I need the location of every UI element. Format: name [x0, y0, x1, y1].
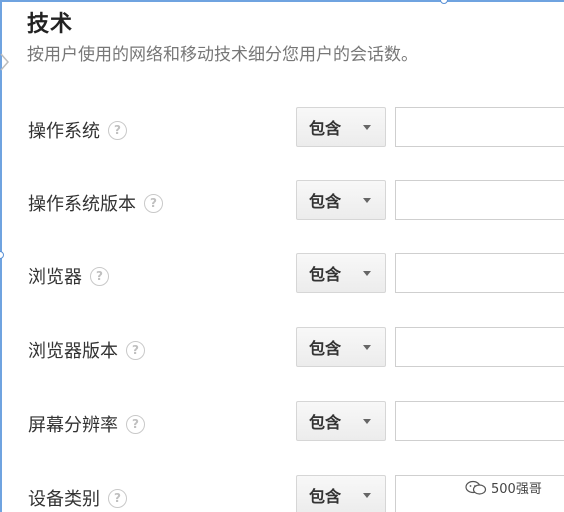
filter-value-input[interactable]	[395, 107, 564, 147]
filter-row-operating-system: 操作系统 ? 包含	[0, 107, 564, 151]
chevron-down-icon	[363, 345, 371, 350]
section-description: 按用户使用的网络和移动技术细分您用户的会话数。	[27, 45, 418, 65]
match-type-label: 包含	[309, 119, 342, 138]
chevron-down-icon	[363, 493, 371, 498]
match-type-label: 包含	[309, 192, 342, 211]
help-icon[interactable]: ?	[126, 340, 145, 360]
filter-value-input[interactable]	[395, 253, 564, 293]
filter-value-input[interactable]	[395, 180, 564, 220]
filter-label: 设备类别 ?	[28, 485, 127, 511]
filter-label-text: 操作系统版本	[28, 194, 136, 215]
filter-label: 操作系统版本 ?	[28, 190, 163, 216]
chevron-down-icon	[363, 419, 371, 424]
filter-row-screen-resolution: 屏幕分辨率 ? 包含	[0, 401, 564, 445]
filter-value-input[interactable]	[395, 401, 564, 441]
filter-label: 操作系统 ?	[28, 117, 127, 143]
watermark-text: 500强哥	[491, 482, 542, 497]
filter-label-text: 设备类别	[28, 489, 100, 510]
watermark: 500强哥	[465, 478, 542, 497]
match-type-label: 包含	[309, 265, 342, 284]
filter-value-input[interactable]	[395, 327, 564, 367]
match-type-label: 包含	[309, 413, 342, 432]
caret-left-icon	[0, 53, 9, 71]
match-type-label: 包含	[309, 487, 342, 506]
chevron-down-icon	[363, 125, 371, 130]
filter-label: 浏览器版本 ?	[28, 337, 145, 363]
filter-label-text: 浏览器	[28, 267, 82, 288]
chevron-down-icon	[363, 271, 371, 276]
selection-handle-top[interactable]	[440, 0, 448, 4]
match-type-dropdown[interactable]: 包含	[296, 180, 386, 220]
selection-border-top	[0, 0, 564, 2]
help-icon[interactable]: ?	[90, 266, 109, 286]
filter-label: 浏览器 ?	[28, 263, 109, 289]
match-type-label: 包含	[309, 339, 342, 358]
chevron-down-icon	[363, 198, 371, 203]
match-type-dropdown[interactable]: 包含	[296, 401, 386, 441]
match-type-dropdown[interactable]: 包含	[296, 107, 386, 147]
technology-segment-panel: 技术 按用户使用的网络和移动技术细分您用户的会话数。 操作系统 ? 包含 操作系…	[0, 0, 564, 512]
match-type-dropdown[interactable]: 包含	[296, 253, 386, 293]
filter-label-text: 浏览器版本	[28, 341, 118, 362]
match-type-dropdown[interactable]: 包含	[296, 327, 386, 367]
help-icon[interactable]: ?	[144, 193, 163, 213]
help-icon[interactable]: ?	[126, 414, 145, 434]
match-type-dropdown[interactable]: 包含	[296, 475, 386, 512]
filter-label: 屏幕分辨率 ?	[28, 411, 145, 437]
help-icon[interactable]: ?	[108, 488, 127, 508]
filter-label-text: 屏幕分辨率	[28, 415, 118, 436]
wechat-icon	[465, 480, 487, 495]
filter-row-os-version: 操作系统版本 ? 包含	[0, 180, 564, 224]
section-title: 技术	[27, 12, 74, 37]
filter-label-text: 操作系统	[28, 121, 100, 142]
help-icon[interactable]: ?	[108, 120, 127, 140]
filter-row-browser: 浏览器 ? 包含	[0, 253, 564, 297]
filter-row-browser-version: 浏览器版本 ? 包含	[0, 327, 564, 371]
